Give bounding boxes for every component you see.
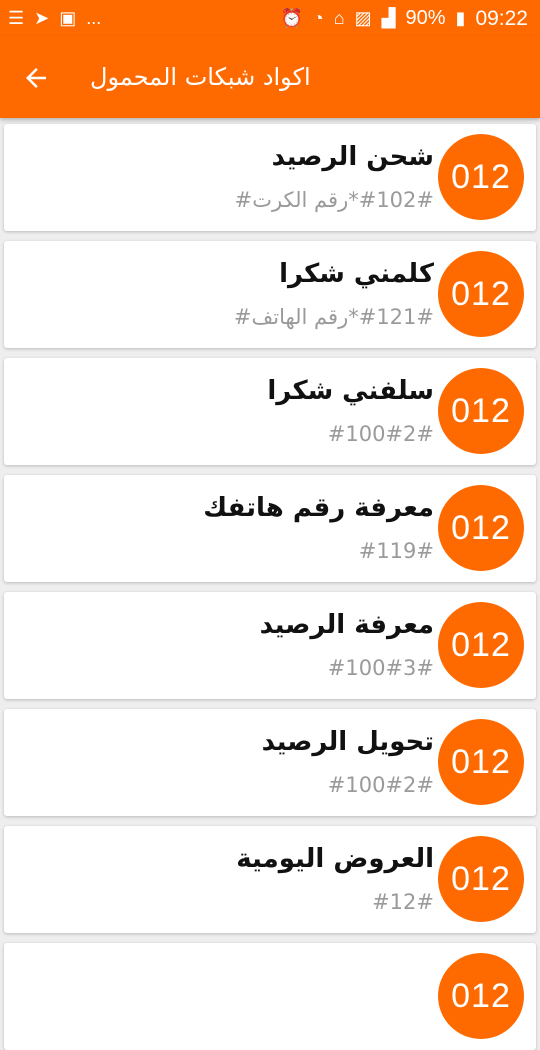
arrow-left-icon bbox=[26, 68, 46, 88]
code-title: تحويل الرصيد bbox=[261, 727, 434, 757]
network-code-badge: 012 bbox=[438, 602, 524, 688]
calendar-icon: ▣ bbox=[59, 8, 77, 28]
status-bar-system: ⏰ ◔ ⌂ ▨ ▟ 90% ▮ 09:22 bbox=[280, 8, 528, 29]
battery-percentage: 90% bbox=[405, 7, 446, 29]
list-item[interactable]: 012 معرفة رقم هاتفك #119# bbox=[4, 475, 536, 582]
app-bar: اكواد شبكات المحمول bbox=[0, 36, 540, 118]
network-code-badge: 012 bbox=[438, 134, 524, 220]
code-title: كلمني شكرا bbox=[279, 259, 434, 289]
code-title: العروض اليومية bbox=[236, 844, 434, 874]
page-title: اكواد شبكات المحمول bbox=[90, 63, 311, 91]
clock: 09:22 bbox=[475, 6, 528, 30]
list-item[interactable]: 012 سلفني شكرا #100#2# bbox=[4, 358, 536, 465]
status-bar-notifications: ☰ ➤ ▣ ... bbox=[8, 9, 101, 27]
network-code-badge: 012 bbox=[438, 836, 524, 922]
list-item[interactable]: 012 شحن الرصيد #102#*رقم الكرت# bbox=[4, 124, 536, 231]
list-item[interactable]: 012 تحويل الرصيد #100#2# bbox=[4, 709, 536, 816]
code-value: #12# bbox=[372, 890, 434, 914]
code-value: #119# bbox=[358, 539, 434, 563]
code-title: معرفة الرصيد bbox=[259, 610, 434, 640]
alarm-icon: ⏰ bbox=[280, 8, 303, 28]
signal-icon: ▟ bbox=[381, 8, 396, 28]
more-notifications: ... bbox=[86, 8, 102, 28]
list-item[interactable]: 012 معرفة الرصيد #100#3# bbox=[4, 592, 536, 699]
code-value: #100#2# bbox=[327, 422, 434, 446]
battery-charging-icon: ▮ bbox=[455, 8, 466, 28]
code-value: #121#*رقم الهاتف# bbox=[233, 305, 434, 329]
home-icon: ⌂ bbox=[333, 8, 345, 28]
status-bar: ☰ ➤ ▣ ... ⏰ ◔ ⌂ ▨ ▟ 90% ▮ 09:22 bbox=[0, 0, 540, 36]
list-item[interactable]: 012 العروض اليومية #12# bbox=[4, 826, 536, 933]
network-code-badge: 012 bbox=[438, 368, 524, 454]
code-title: سلفني شكرا bbox=[267, 376, 434, 406]
back-button[interactable] bbox=[14, 56, 58, 100]
network-code-badge: 012 bbox=[438, 953, 524, 1039]
wifi-icon: ◔ bbox=[312, 8, 324, 28]
network-code-badge: 012 bbox=[438, 719, 524, 805]
code-value: #100#3# bbox=[327, 656, 434, 680]
network-code-badge: 012 bbox=[438, 251, 524, 337]
list-icon: ☰ bbox=[8, 8, 25, 28]
telegram-icon: ➤ bbox=[34, 8, 50, 28]
image-icon: ▨ bbox=[354, 8, 372, 28]
code-title: شحن الرصيد bbox=[271, 142, 434, 172]
code-value: #100#2# bbox=[327, 773, 434, 797]
network-code-badge: 012 bbox=[438, 485, 524, 571]
code-title: معرفة رقم هاتفك bbox=[203, 493, 434, 523]
list-item[interactable]: 012 bbox=[4, 943, 536, 1050]
code-value: #102#*رقم الكرت# bbox=[234, 188, 434, 212]
list-item[interactable]: 012 كلمني شكرا #121#*رقم الهاتف# bbox=[4, 241, 536, 348]
